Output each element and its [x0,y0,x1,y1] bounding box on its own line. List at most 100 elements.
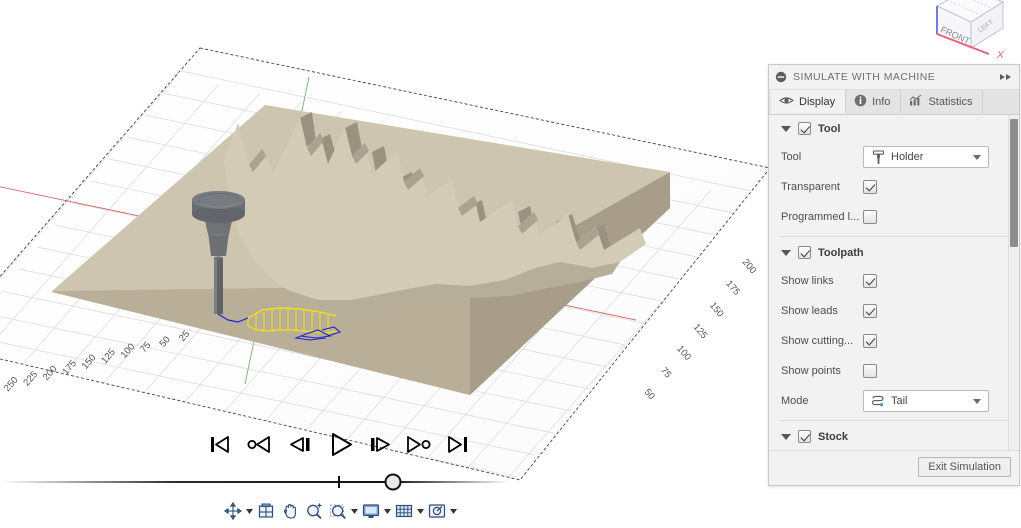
timeline-track-remaining [393,481,510,483]
tab-display-label: Display [799,95,836,108]
viewcube-axis-x-label: X [996,50,1004,60]
ruler-tick-label: 75 [658,365,673,380]
toolpath-section-checkbox[interactable] [798,246,811,259]
tab-statistics-label: Statistics [928,95,973,108]
zoom-window-icon [330,504,346,520]
look-at-button[interactable] [254,499,278,523]
display-settings-dropdown-caret[interactable] [383,499,392,523]
row-mode-select: Mode Tail [769,386,1019,416]
pan-button[interactable] [278,499,302,523]
ruler-tick-label: 250 [2,375,21,394]
bar-chart-icon [909,94,923,109]
info-circle-icon [854,94,867,110]
zoom-window-button[interactable] [326,499,350,523]
toolpath-section-label: Toolpath [818,246,864,259]
display-settings-button[interactable] [359,499,383,523]
stock-section-checkbox[interactable] [798,430,811,443]
panel-body: Tool Tool Holder Transparent Programmed … [769,115,1019,450]
tool-holder-icon [870,149,886,165]
tool-select-caret-icon[interactable] [973,154,981,160]
viewports-button[interactable] [425,499,449,523]
stock-collapse-triangle-icon[interactable] [781,433,791,440]
tab-display[interactable]: Display [771,90,847,114]
show-leads-label: Show leads [781,305,838,317]
monitor-icon [362,504,380,518]
section-divider-1 [779,236,1009,237]
section-header-stock[interactable]: Stock [769,423,1019,450]
programmed-length-label: Programmed l... [781,211,860,223]
grid-snaps-dropdown-caret[interactable] [416,499,425,523]
tool-label: Tool [781,151,802,163]
section-header-toolpath[interactable]: Toolpath [769,239,1019,266]
minus-circle-icon[interactable] [775,71,787,83]
show-cutting-moves-checkbox[interactable] [863,334,877,348]
ruler-tick-label: 200 [740,257,759,276]
tool-select[interactable]: Holder [863,146,989,168]
panel-title: SIMULATE WITH MACHINE [793,71,936,83]
double-chevron-right-icon[interactable] [999,72,1013,82]
simulation-timeline-slider[interactable] [0,471,510,493]
tool-section-checkbox[interactable] [798,122,811,135]
pan-hand-icon [283,504,296,519]
orbit-icon [223,501,243,521]
grid-snaps-button[interactable] [392,499,416,523]
orbit-dropdown-caret[interactable] [245,499,254,523]
mode-select-caret-icon[interactable] [973,398,981,404]
tab-statistics[interactable]: Statistics [901,90,984,113]
row-programmed-length: Programmed l... [769,202,1019,232]
transparent-label: Transparent [781,181,840,193]
tool-collapse-triangle-icon[interactable] [781,125,791,132]
mode-select-value: Tail [891,395,908,407]
ruler-tick-label: 175 [723,279,742,298]
skip-to-end-button[interactable] [442,428,476,460]
section-divider-2 [779,420,1009,421]
zoom-window-dropdown-caret[interactable] [350,499,359,523]
playback-controls[interactable] [196,428,486,468]
transparent-checkbox[interactable] [863,180,877,194]
zoom-plus-icon [307,503,322,520]
panel-scrollbar[interactable] [1008,115,1019,450]
zoom-button[interactable] [302,499,326,523]
show-points-label: Show points [781,365,841,377]
play-button[interactable] [320,428,360,460]
simulate-with-machine-panel[interactable]: SIMULATE WITH MACHINE Display Info Stati… [768,64,1020,486]
show-leads-checkbox[interactable] [863,304,877,318]
toolpath-tail-icon [870,395,886,408]
eye-icon [779,95,794,109]
row-transparent: Transparent [769,172,1019,202]
row-show-links: Show links [769,266,1019,296]
ruler-tick-label: 225 [21,369,40,388]
show-links-checkbox[interactable] [863,274,877,288]
exit-simulation-button[interactable]: Exit Simulation [918,457,1011,477]
stock-section-label: Stock [818,430,848,443]
section-header-tool[interactable]: Tool [769,115,1019,142]
ruler-tick-label: 125 [691,322,710,341]
mode-select[interactable]: Tail [863,390,989,412]
step-forward-operation-button[interactable] [402,428,436,460]
toolpath-collapse-triangle-icon[interactable] [781,249,791,256]
tool-section-label: Tool [818,122,841,135]
show-links-label: Show links [781,275,834,287]
row-show-points: Show points [769,356,1019,386]
panel-tabs[interactable]: Display Info Statistics [769,90,1019,115]
step-forward-button[interactable] [364,428,398,460]
timeline-handle[interactable] [384,473,402,491]
show-cutting-moves-label: Show cutting... [781,335,854,347]
show-points-checkbox[interactable] [863,364,877,378]
orbit-button[interactable] [221,499,245,523]
skip-to-start-button[interactable] [202,428,236,460]
row-show-leads: Show leads [769,296,1019,326]
ruler-tick-label: 50 [642,387,657,402]
tab-info-label: Info [872,95,891,108]
step-backward-button[interactable] [282,428,316,460]
viewports-dropdown-caret[interactable] [449,499,458,523]
tool-select-value: Holder [891,151,924,163]
programmed-length-checkbox[interactable] [863,210,877,224]
panel-scrollbar-thumb[interactable] [1010,119,1018,247]
timeline-operation-marker [338,476,340,488]
navigation-toolbar[interactable] [221,498,458,524]
view-cube[interactable]: FRONT LEFT X [917,0,1009,61]
row-tool-select: Tool Holder [769,142,1019,172]
step-back-operation-button[interactable] [242,428,276,460]
tab-info[interactable]: Info [846,90,902,113]
